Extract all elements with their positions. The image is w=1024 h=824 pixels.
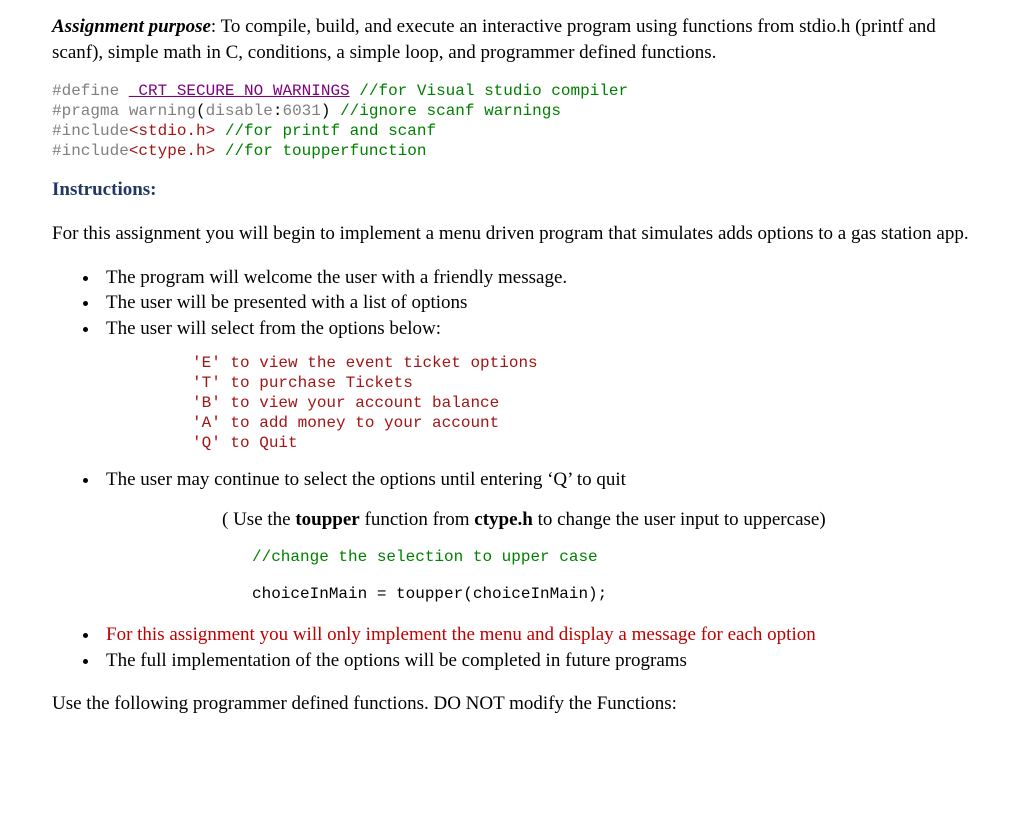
list-item: The program will welcome the user with a…	[100, 265, 972, 291]
list-item: The user will be presented with a list o…	[100, 290, 972, 316]
footer-instruction: Use the following programmer defined fun…	[52, 691, 972, 717]
toupper-code-line: choiceInMain = toupper(choiceInMain);	[252, 584, 972, 606]
bullet-list-top: The program will welcome the user with a…	[52, 265, 972, 342]
preprocessor-code: #define _CRT_SECURE_NO_WARNINGS //for Vi…	[52, 81, 972, 161]
menu-options-code: 'E' to view the event ticket options 'T'…	[192, 353, 972, 453]
list-item: The user may continue to select the opti…	[100, 467, 972, 493]
toupper-note: ( Use the toupper function from ctype.h …	[222, 507, 972, 533]
instructions-heading: Instructions:	[52, 177, 972, 203]
assignment-purpose: Assignment purpose: To compile, build, a…	[52, 14, 972, 65]
list-item: The user will select from the options be…	[100, 316, 972, 342]
bullet-list-bottom: For this assignment you will only implem…	[52, 622, 972, 673]
bullet-list-continue: The user may continue to select the opti…	[52, 467, 972, 493]
list-item: The full implementation of the options w…	[100, 648, 972, 674]
change-selection-comment: //change the selection to upper case	[252, 547, 972, 569]
purpose-label: Assignment purpose	[52, 16, 211, 37]
intro-paragraph: For this assignment you will begin to im…	[52, 221, 972, 247]
list-item: For this assignment you will only implem…	[100, 622, 972, 648]
